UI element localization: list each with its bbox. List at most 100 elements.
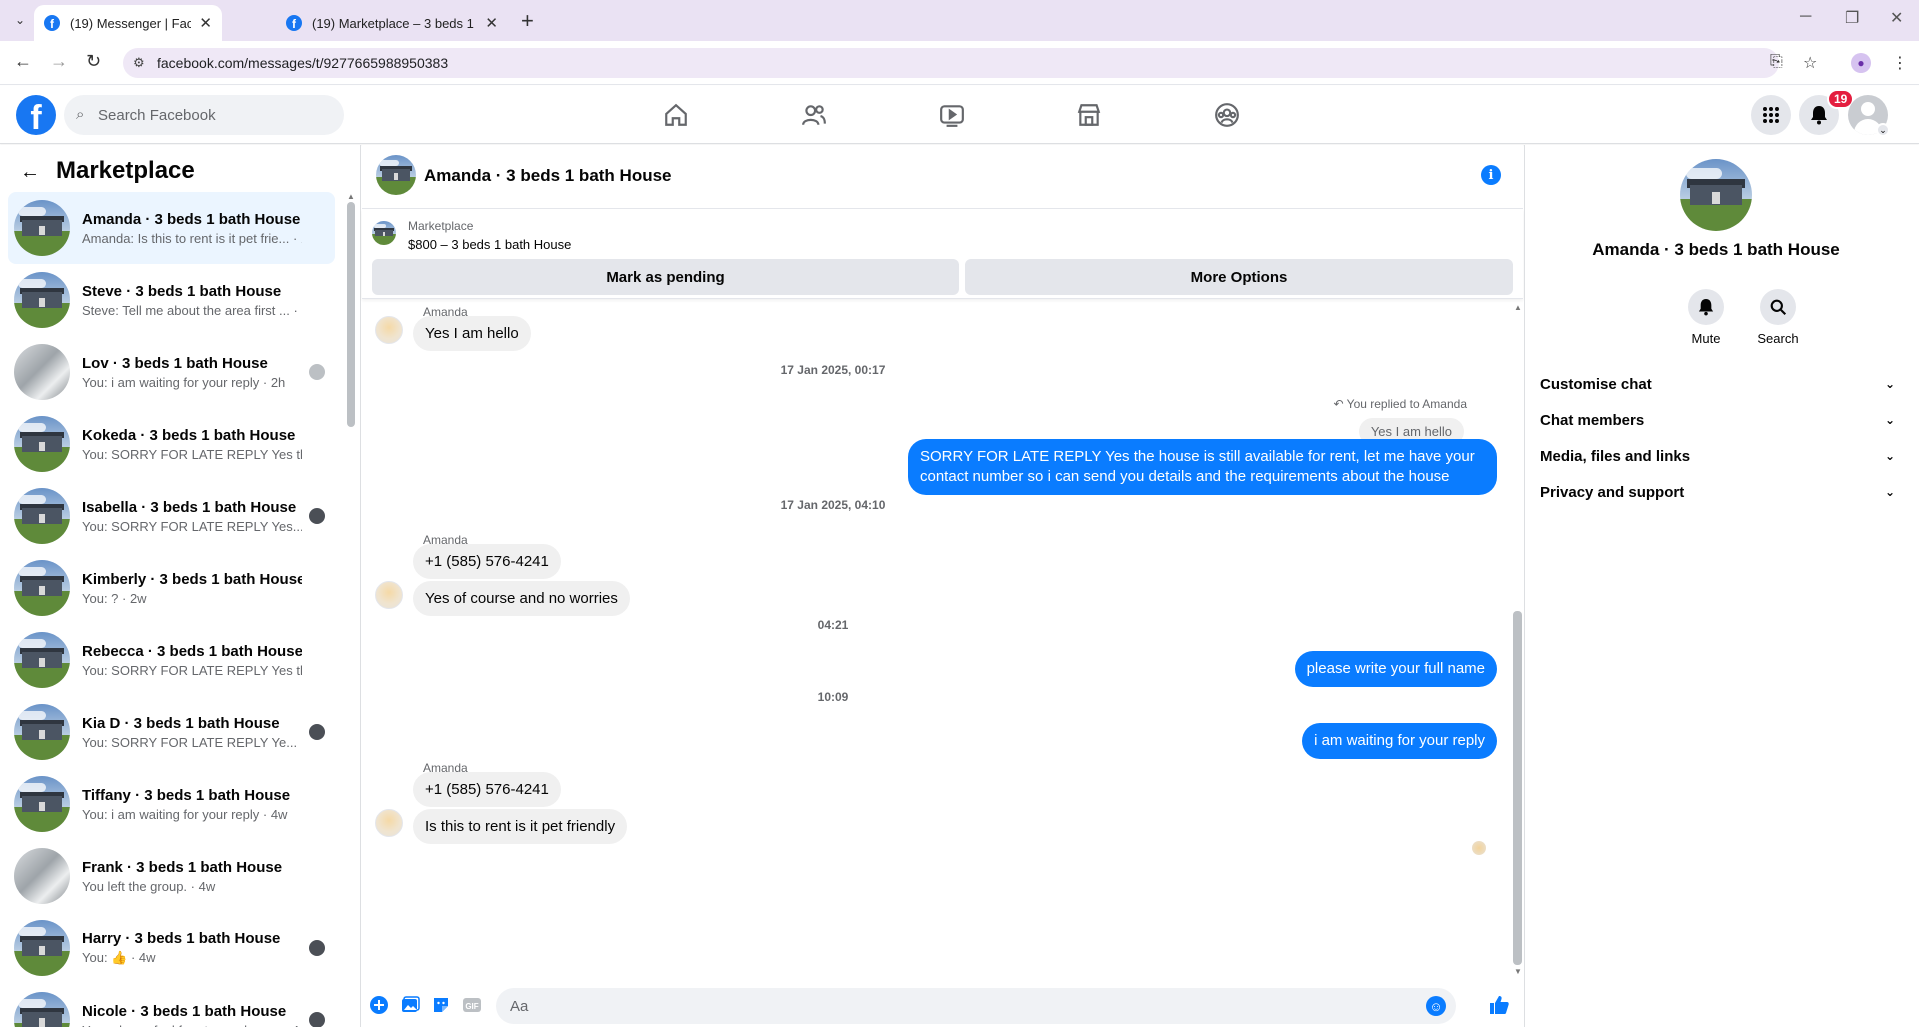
incoming-message[interactable]: Is this to rent is it pet friendly: [413, 809, 628, 844]
facebook-favicon-icon: f: [286, 15, 302, 31]
back-arrow-icon[interactable]: ←: [20, 161, 40, 184]
chat-members-section[interactable]: Chat members ⌄: [1540, 402, 1895, 438]
scrollbar-thumb[interactable]: [1513, 611, 1522, 965]
read-receipt-avatar: [1472, 841, 1486, 855]
chat-thumbnail: [14, 848, 70, 904]
timestamp: 04:21: [817, 618, 849, 632]
sender-avatar[interactable]: [375, 809, 403, 837]
back-icon[interactable]: ←: [14, 51, 32, 72]
scrollbar-thumb[interactable]: [347, 202, 355, 427]
minimize-window-icon[interactable]: ─: [1800, 8, 1811, 26]
incoming-message[interactable]: Yes I am hello: [413, 316, 531, 351]
mark-as-pending-button[interactable]: Mark as pending: [372, 259, 959, 295]
chat-texts: Isabella · 3 beds 1 bath House You: SORRY…: [82, 499, 302, 534]
new-tab-button[interactable]: +: [521, 8, 534, 34]
incoming-message[interactable]: +1 (585) 576-4241: [413, 772, 561, 807]
close-tab-icon[interactable]: ✕: [199, 14, 212, 32]
add-attachment-icon[interactable]: [368, 994, 390, 1016]
tab-messenger[interactable]: f (19) Messenger | Facebook ✕: [34, 5, 222, 41]
section-label: Customise chat: [1540, 375, 1652, 393]
chat-list-item[interactable]: Nicole · 3 beds 1 bath House Your please …: [8, 984, 335, 1027]
thumbs-up-icon[interactable]: [1488, 994, 1510, 1016]
customise-chat-section[interactable]: Customise chat ⌄: [1540, 366, 1895, 402]
chat-list-item[interactable]: Frank · 3 beds 1 bath House You left the …: [8, 840, 335, 912]
reload-icon[interactable]: ↻: [86, 51, 101, 72]
scroll-down-icon[interactable]: ▼: [1514, 967, 1522, 976]
search-input[interactable]: [98, 95, 328, 135]
facebook-logo[interactable]: f: [16, 95, 56, 135]
conversation-info-icon[interactable]: i: [1481, 165, 1501, 185]
menu-grid-icon[interactable]: [1751, 95, 1791, 135]
gif-icon[interactable]: GIF: [461, 994, 483, 1016]
chat-texts: Kimberly · 3 beds 1 bath House You: ? · 2…: [82, 571, 302, 606]
scroll-up-icon[interactable]: ▲: [1514, 303, 1522, 312]
outgoing-message[interactable]: SORRY FOR LATE REPLY Yes the house is st…: [908, 439, 1497, 495]
home-icon[interactable]: [661, 101, 691, 129]
message-input-field[interactable]: ☺: [496, 988, 1456, 1024]
tab-search-dropdown-icon[interactable]: ⌄: [10, 10, 30, 30]
friends-icon[interactable]: [799, 101, 829, 129]
facebook-search[interactable]: ⌕: [64, 95, 344, 135]
media-files-links-section[interactable]: Media, files and links ⌄: [1540, 438, 1895, 474]
chat-name: Tiffany · 3 beds 1 bath House: [82, 786, 291, 804]
close-tab-icon[interactable]: ✕: [485, 14, 498, 32]
message-input[interactable]: [510, 988, 1390, 1024]
account-chevron-down-icon[interactable]: ⌄: [1876, 123, 1890, 137]
facebook-favicon-icon: f: [44, 15, 60, 31]
chat-list-item[interactable]: Amanda · 3 beds 1 bath House Amanda: Is t…: [8, 192, 335, 264]
groups-icon[interactable]: [1212, 101, 1242, 129]
outgoing-message[interactable]: please write your full name: [1294, 651, 1497, 687]
site-info-icon[interactable]: ⚙: [133, 55, 145, 71]
chat-list-scrollbar[interactable]: ▲: [346, 192, 356, 1022]
listing-thumbnail[interactable]: [372, 221, 396, 245]
conversation-avatar[interactable]: [376, 155, 416, 195]
chat-name: Kimberly · 3 beds 1 bath House: [82, 570, 302, 588]
incoming-message[interactable]: Yes of course and no worries: [413, 581, 630, 616]
bookmark-star-icon[interactable]: ☆: [1803, 53, 1817, 73]
browser-profile-icon[interactable]: ●: [1851, 53, 1871, 73]
close-window-icon[interactable]: ✕: [1890, 8, 1903, 28]
photo-icon[interactable]: [399, 994, 421, 1016]
outgoing-message[interactable]: i am waiting for your reply: [1302, 723, 1497, 759]
chat-texts: Amanda · 3 beds 1 bath House Amanda: Is t…: [82, 211, 302, 246]
privacy-support-section[interactable]: Privacy and support ⌄: [1540, 474, 1895, 510]
chat-list-item[interactable]: Kimberly · 3 beds 1 bath House You: ? · 2…: [8, 552, 335, 624]
chat-list-item[interactable]: Isabella · 3 beds 1 bath House You: SORRY…: [8, 480, 335, 552]
conversation-title[interactable]: Amanda · 3 beds 1 bath House: [424, 166, 672, 186]
chat-preview: Amanda: Is this to rent is it pet frie..…: [82, 230, 302, 246]
tab-marketplace[interactable]: f (19) Marketplace – 3 beds 1 bat ✕: [276, 5, 508, 41]
install-app-icon[interactable]: ⎘: [1770, 53, 1783, 71]
chat-details-avatar[interactable]: [1680, 159, 1752, 231]
chat-list-item[interactable]: Steve · 3 beds 1 bath House Steve: Tell m…: [8, 264, 335, 336]
sender-avatar[interactable]: [375, 316, 403, 344]
url-field[interactable]: ⚙ facebook.com/messages/t/92776659889503…: [123, 48, 1779, 78]
section-label: Chat members: [1540, 411, 1645, 429]
chat-list-item[interactable]: Lov · 3 beds 1 bath House You: i am waiti…: [8, 336, 335, 408]
facebook-header: f ⌕ 19 ⌄: [0, 86, 1919, 144]
restore-window-icon[interactable]: ❐: [1845, 8, 1859, 28]
scroll-up-icon[interactable]: ▲: [347, 192, 355, 201]
chat-thumbnail: [14, 560, 70, 616]
chat-list-item[interactable]: Tiffany · 3 beds 1 bath House You: i am w…: [8, 768, 335, 840]
chat-list-item[interactable]: Rebecca · 3 beds 1 bath House You: SORRY …: [8, 624, 335, 696]
sender-avatar[interactable]: [375, 581, 403, 609]
bell-icon: [1688, 289, 1724, 325]
mute-button[interactable]: Mute: [1676, 289, 1736, 346]
video-icon[interactable]: [937, 101, 967, 129]
emoji-icon[interactable]: ☺: [1426, 996, 1446, 1016]
chat-list-item[interactable]: Kia D · 3 beds 1 bath House You: SORRY FO…: [8, 696, 335, 768]
conversation-scrollbar[interactable]: ▲ ▼: [1512, 303, 1523, 979]
chat-list-item[interactable]: Kokeda · 3 beds 1 bath House You: SORRY F…: [8, 408, 335, 480]
message-thread: Amanda Yes I am hello 17 Jan 2025, 00:17…: [362, 305, 1512, 975]
browser-menu-icon[interactable]: ⋮: [1892, 53, 1908, 73]
chat-list-item[interactable]: Harry · 3 beds 1 bath House You: 👍 · 4w: [8, 912, 335, 984]
forward-icon[interactable]: →: [50, 51, 68, 72]
incoming-message[interactable]: +1 (585) 576-4241: [413, 544, 561, 579]
replied-to-label: ↶ You replied to Amanda: [1334, 397, 1468, 411]
more-options-button[interactable]: More Options: [965, 259, 1513, 295]
marketplace-icon[interactable]: [1074, 101, 1104, 129]
chat-texts: Kokeda · 3 beds 1 bath House You: SORRY F…: [82, 427, 302, 462]
listing-title[interactable]: $800 – 3 beds 1 bath House: [408, 237, 571, 252]
sticker-icon[interactable]: [430, 994, 452, 1016]
search-in-chat-button[interactable]: Search: [1748, 289, 1808, 346]
